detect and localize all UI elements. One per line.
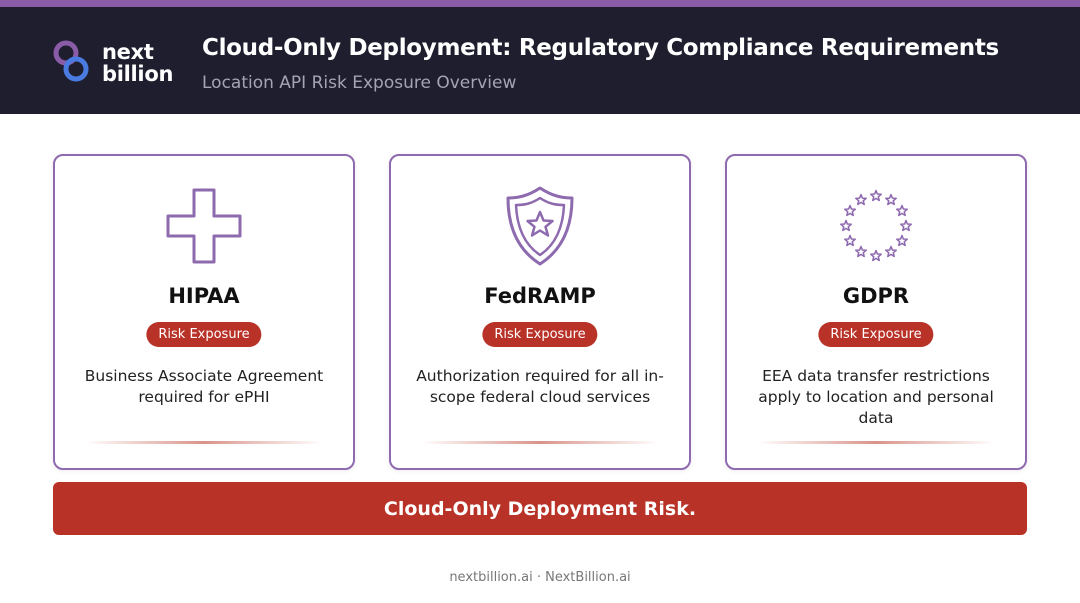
shield-star-icon	[506, 186, 574, 266]
card-hipaa: HIPAA Risk Exposure Business Associate A…	[53, 154, 355, 470]
risk-exposure-badge: Risk Exposure	[146, 322, 262, 347]
footer: nextbillion.ai · NextBillion.ai	[449, 570, 631, 585]
page-subtitle: Location API Risk Exposure Overview	[202, 73, 517, 93]
logo-text-next: next	[102, 40, 154, 64]
deployment-risk-banner: Cloud-Only Deployment Risk.	[53, 482, 1027, 535]
header: next billion Cloud-Only Deployment: Regu…	[0, 7, 1080, 114]
eu-star-icon	[844, 204, 856, 217]
card-description-gdpr: EEA data transfer restrictions apply to …	[758, 367, 994, 427]
card-title-hipaa: HIPAA	[168, 284, 240, 308]
eu-star-icon	[900, 219, 912, 232]
eu-star-icon	[855, 193, 867, 206]
eu-star-icon	[896, 204, 908, 217]
card-description-fedramp: Authorization required for all in-scope …	[416, 367, 664, 406]
card-divider	[421, 441, 659, 444]
eu-star-icon	[870, 249, 882, 262]
card-description-hipaa: Business Associate Agreement required fo…	[84, 367, 324, 406]
card-divider	[85, 441, 323, 444]
eu-stars-icon	[840, 189, 912, 262]
eu-star-icon	[885, 245, 897, 258]
risk-exposure-badge: Risk Exposure	[818, 322, 934, 347]
eu-star-icon	[840, 219, 852, 232]
card-title-gdpr: GDPR	[842, 284, 910, 308]
card-title-fedramp: FedRAMP	[484, 284, 596, 308]
card-fedramp: FedRAMP Risk Exposure Authorization requ…	[389, 154, 691, 470]
eu-star-icon	[855, 245, 867, 258]
medical-cross-icon	[166, 188, 242, 264]
risk-exposure-badge: Risk Exposure	[482, 322, 598, 347]
eu-star-icon	[844, 234, 856, 247]
top-accent-stripe	[0, 0, 1080, 7]
eu-star-icon	[870, 189, 882, 202]
logo-text-billion: billion	[102, 62, 174, 86]
eu-star-icon	[885, 193, 897, 206]
card-divider	[757, 441, 995, 444]
deployment-risk-text: Cloud-Only Deployment Risk.	[383, 497, 697, 520]
nextbillion-logo: next billion	[52, 39, 182, 91]
page-title: Cloud-Only Deployment: Regulatory Compli…	[202, 35, 999, 61]
eu-star-icon	[896, 234, 908, 247]
logo-mark-icon	[53, 40, 89, 82]
card-gdpr: GDPR Risk Exposure EEA data transfer res…	[725, 154, 1027, 470]
